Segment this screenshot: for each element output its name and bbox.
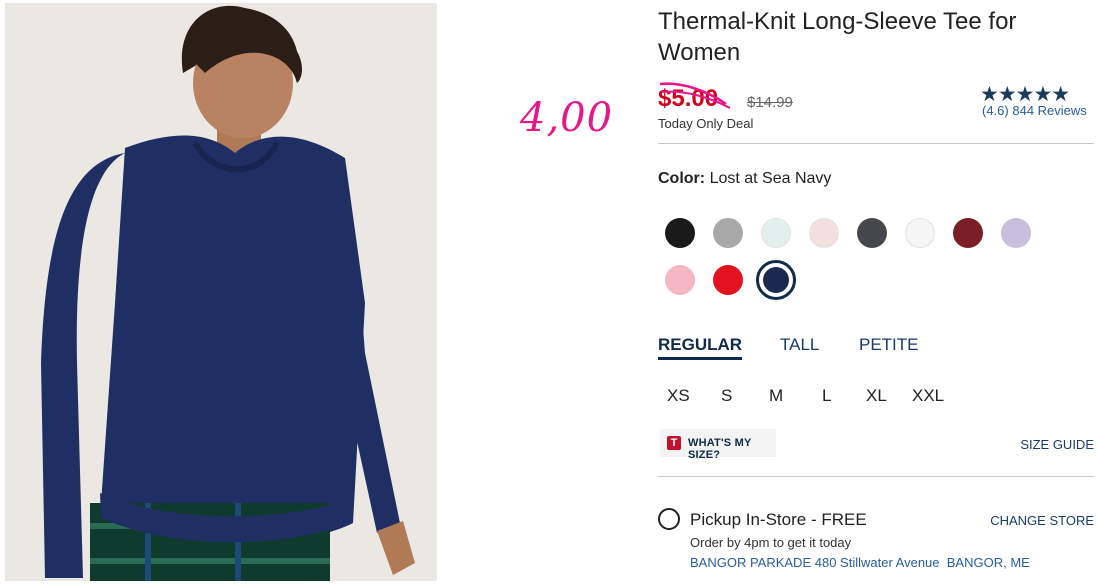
swatch-charcoal[interactable] <box>857 218 887 248</box>
swatch-lost-at-sea-navy[interactable] <box>763 267 789 293</box>
swatch-pink[interactable] <box>665 265 695 295</box>
swatch-heather-gray[interactable] <box>713 218 743 248</box>
whats-my-size-label: WHAT'S MY SIZE? <box>688 437 752 461</box>
size-guide-link[interactable]: SIZE GUIDE <box>1020 437 1094 452</box>
store-city: BANGOR, ME <box>946 555 1030 570</box>
rating-score: (4.6) <box>982 103 1009 118</box>
swatch-burgundy[interactable] <box>953 218 983 248</box>
divider <box>658 476 1094 477</box>
original-price: $14.99 <box>747 94 793 111</box>
rating-summary[interactable]: (4.6) 844 Reviews <box>982 103 1087 118</box>
store-address: BANGOR PARKADE 480 Stillwater Avenue <box>690 555 940 570</box>
swatch-lavender[interactable] <box>1001 218 1031 248</box>
size-option[interactable]: S <box>721 386 732 406</box>
swatch-blush[interactable] <box>809 218 839 248</box>
size-option[interactable]: XS <box>667 386 690 406</box>
pickup-radio[interactable] <box>658 508 680 530</box>
pickup-order-note: Order by 4pm to get it today <box>690 535 852 550</box>
reviews-link[interactable]: 844 Reviews <box>1012 103 1086 118</box>
whats-my-size-button[interactable]: T WHAT'S MY SIZE? <box>660 429 776 461</box>
product-image[interactable] <box>5 3 437 581</box>
swatch-selected-ring[interactable] <box>756 260 796 300</box>
swatch-white[interactable] <box>905 218 935 248</box>
size-option[interactable]: XL <box>866 386 887 406</box>
model-illustration <box>5 3 437 581</box>
color-label: Color: <box>658 170 706 187</box>
color-value: Lost at Sea Navy <box>709 170 832 187</box>
swatch-black[interactable] <box>665 218 695 248</box>
size-option[interactable]: M <box>769 386 783 406</box>
handwritten-price-note: 4,00 <box>520 95 614 141</box>
pickup-label: Pickup In-Store - FREE <box>690 510 867 529</box>
product-title: Thermal-Knit Long-Sleeve Tee for Women <box>658 8 1017 66</box>
swatch-mint[interactable] <box>761 218 791 248</box>
tab-tall[interactable]: TALL <box>780 335 819 355</box>
size-option[interactable]: XXL <box>912 386 944 406</box>
divider <box>658 143 1094 144</box>
tab-petite[interactable]: PETITE <box>859 335 919 355</box>
change-store-link[interactable]: CHANGE STORE <box>990 513 1094 528</box>
true-fit-icon: T <box>667 436 681 450</box>
handwritten-strikethrough <box>659 82 731 109</box>
color-label-row: Color: Lost at Sea Navy <box>658 170 831 188</box>
tab-regular[interactable]: REGULAR <box>658 335 743 360</box>
swatch-red[interactable] <box>713 265 743 295</box>
deal-label: Today Only Deal <box>658 116 754 131</box>
store-link[interactable]: BANGOR PARKADE 480 Stillwater Avenue BAN… <box>690 555 1030 570</box>
size-option[interactable]: L <box>822 386 831 406</box>
